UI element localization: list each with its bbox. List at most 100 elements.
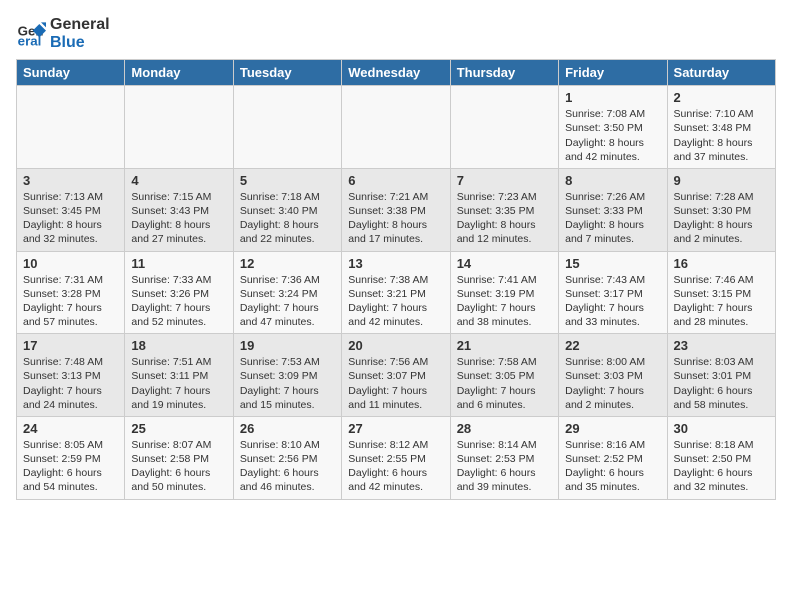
day-info: Sunset: 3:13 PM (23, 369, 118, 383)
day-info: Sunrise: 7:33 AM (131, 273, 226, 287)
day-info: Sunrise: 8:10 AM (240, 438, 335, 452)
calendar-cell: 14Sunrise: 7:41 AMSunset: 3:19 PMDayligh… (450, 251, 558, 334)
day-info: Sunrise: 8:18 AM (674, 438, 769, 452)
day-number: 15 (565, 256, 660, 271)
day-number: 26 (240, 421, 335, 436)
day-info: Sunset: 3:07 PM (348, 369, 443, 383)
day-info: and 2 minutes. (565, 398, 660, 412)
day-info: Sunset: 3:24 PM (240, 287, 335, 301)
day-info: Sunset: 3:48 PM (674, 121, 769, 135)
calendar-cell: 8Sunrise: 7:26 AMSunset: 3:33 PMDaylight… (559, 168, 667, 251)
calendar-cell: 16Sunrise: 7:46 AMSunset: 3:15 PMDayligh… (667, 251, 775, 334)
calendar-cell: 6Sunrise: 7:21 AMSunset: 3:38 PMDaylight… (342, 168, 450, 251)
day-number: 4 (131, 173, 226, 188)
calendar-cell: 4Sunrise: 7:15 AMSunset: 3:43 PMDaylight… (125, 168, 233, 251)
calendar-cell (125, 86, 233, 169)
calendar-cell: 20Sunrise: 7:56 AMSunset: 3:07 PMDayligh… (342, 334, 450, 417)
day-number: 18 (131, 338, 226, 353)
day-info: and 22 minutes. (240, 232, 335, 246)
day-info: Sunset: 3:21 PM (348, 287, 443, 301)
logo-icon: Gen eral (16, 19, 46, 49)
day-number: 12 (240, 256, 335, 271)
calendar-cell: 25Sunrise: 8:07 AMSunset: 2:58 PMDayligh… (125, 416, 233, 499)
weekday-header: Monday (125, 60, 233, 86)
day-info: and 50 minutes. (131, 480, 226, 494)
day-info: Daylight: 7 hours (23, 384, 118, 398)
day-info: Daylight: 7 hours (348, 384, 443, 398)
day-info: Sunrise: 8:16 AM (565, 438, 660, 452)
day-info: Daylight: 6 hours (131, 466, 226, 480)
day-number: 30 (674, 421, 769, 436)
day-number: 14 (457, 256, 552, 271)
day-info: Sunrise: 7:46 AM (674, 273, 769, 287)
calendar-body: 1Sunrise: 7:08 AMSunset: 3:50 PMDaylight… (17, 86, 776, 499)
day-info: and 27 minutes. (131, 232, 226, 246)
day-info: Sunset: 3:26 PM (131, 287, 226, 301)
header: Gen eral General Blue (16, 16, 776, 51)
weekday-header: Saturday (667, 60, 775, 86)
day-info: Daylight: 6 hours (674, 466, 769, 480)
day-info: Sunrise: 7:28 AM (674, 190, 769, 204)
day-number: 17 (23, 338, 118, 353)
day-info: and 19 minutes. (131, 398, 226, 412)
day-info: Sunrise: 7:43 AM (565, 273, 660, 287)
day-info: Sunrise: 7:51 AM (131, 355, 226, 369)
day-info: Sunrise: 7:53 AM (240, 355, 335, 369)
day-info: Sunset: 3:28 PM (23, 287, 118, 301)
day-number: 29 (565, 421, 660, 436)
day-info: Sunrise: 7:38 AM (348, 273, 443, 287)
day-number: 25 (131, 421, 226, 436)
day-info: Sunset: 2:53 PM (457, 452, 552, 466)
day-info: Daylight: 7 hours (131, 384, 226, 398)
day-info: Sunrise: 7:21 AM (348, 190, 443, 204)
day-number: 7 (457, 173, 552, 188)
day-number: 5 (240, 173, 335, 188)
day-info: and 42 minutes. (348, 315, 443, 329)
logo: Gen eral General Blue (16, 16, 110, 51)
day-info: Sunrise: 7:56 AM (348, 355, 443, 369)
day-number: 16 (674, 256, 769, 271)
calendar-cell: 26Sunrise: 8:10 AMSunset: 2:56 PMDayligh… (233, 416, 341, 499)
day-info: Daylight: 6 hours (240, 466, 335, 480)
day-info: Daylight: 7 hours (240, 384, 335, 398)
day-number: 22 (565, 338, 660, 353)
day-info: Daylight: 7 hours (565, 301, 660, 315)
day-info: Daylight: 8 hours (23, 218, 118, 232)
calendar-cell: 22Sunrise: 8:00 AMSunset: 3:03 PMDayligh… (559, 334, 667, 417)
calendar-cell: 19Sunrise: 7:53 AMSunset: 3:09 PMDayligh… (233, 334, 341, 417)
calendar-cell: 28Sunrise: 8:14 AMSunset: 2:53 PMDayligh… (450, 416, 558, 499)
day-info: and 11 minutes. (348, 398, 443, 412)
day-number: 8 (565, 173, 660, 188)
day-info: and 46 minutes. (240, 480, 335, 494)
calendar-cell: 17Sunrise: 7:48 AMSunset: 3:13 PMDayligh… (17, 334, 125, 417)
day-info: Daylight: 8 hours (348, 218, 443, 232)
day-info: and 47 minutes. (240, 315, 335, 329)
weekday-header: Thursday (450, 60, 558, 86)
day-number: 6 (348, 173, 443, 188)
day-info: Daylight: 8 hours (565, 136, 660, 150)
calendar-cell: 3Sunrise: 7:13 AMSunset: 3:45 PMDaylight… (17, 168, 125, 251)
calendar-cell (17, 86, 125, 169)
calendar-cell: 13Sunrise: 7:38 AMSunset: 3:21 PMDayligh… (342, 251, 450, 334)
day-info: Daylight: 6 hours (457, 466, 552, 480)
day-info: Sunrise: 7:18 AM (240, 190, 335, 204)
day-number: 24 (23, 421, 118, 436)
day-info: and 32 minutes. (23, 232, 118, 246)
day-info: and 52 minutes. (131, 315, 226, 329)
day-info: Daylight: 6 hours (348, 466, 443, 480)
day-number: 27 (348, 421, 443, 436)
day-info: Daylight: 7 hours (348, 301, 443, 315)
day-number: 28 (457, 421, 552, 436)
day-info: Sunrise: 7:23 AM (457, 190, 552, 204)
calendar-cell: 24Sunrise: 8:05 AMSunset: 2:59 PMDayligh… (17, 416, 125, 499)
day-number: 23 (674, 338, 769, 353)
day-info: Daylight: 7 hours (131, 301, 226, 315)
day-info: and 39 minutes. (457, 480, 552, 494)
day-info: Sunrise: 8:00 AM (565, 355, 660, 369)
day-info: Sunset: 3:45 PM (23, 204, 118, 218)
day-info: Sunset: 3:19 PM (457, 287, 552, 301)
day-info: Daylight: 7 hours (565, 384, 660, 398)
day-info: and 37 minutes. (674, 150, 769, 164)
day-info: Sunset: 3:30 PM (674, 204, 769, 218)
day-info: Daylight: 8 hours (674, 136, 769, 150)
